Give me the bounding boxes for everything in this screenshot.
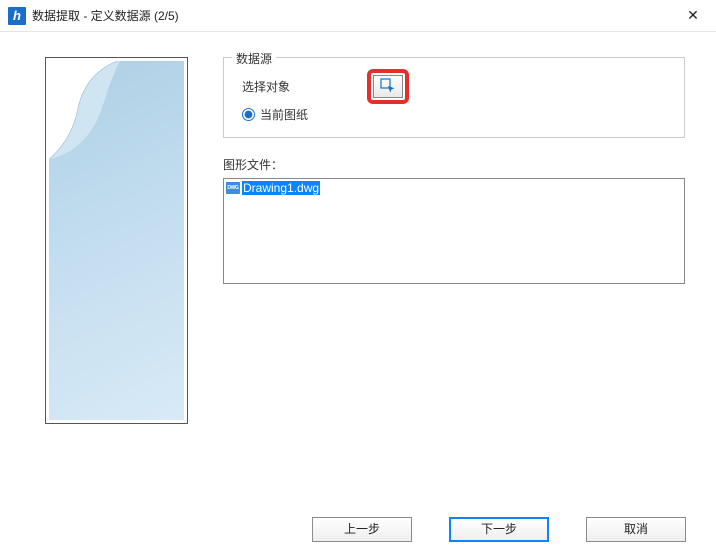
- data-source-group: 数据源 选择对象 当前图纸: [223, 57, 685, 138]
- select-objects-icon: [380, 78, 396, 94]
- select-objects-button[interactable]: [373, 75, 403, 98]
- select-objects-row: 选择对象: [242, 74, 672, 98]
- content-area: 数据源 选择对象 当前图纸 图形文件：: [0, 32, 716, 434]
- close-button[interactable]: ✕: [678, 1, 708, 31]
- drawing-files-label: 图形文件：: [223, 156, 685, 173]
- back-button[interactable]: 上一步: [312, 517, 412, 542]
- footer-buttons: 上一步 下一步 取消: [312, 517, 686, 542]
- page-curl-decoration: [49, 61, 120, 160]
- current-drawing-row[interactable]: 当前图纸: [242, 106, 672, 123]
- current-drawing-label[interactable]: 当前图纸: [260, 106, 308, 123]
- drawing-files-section: 图形文件： Drawing1.dwg: [223, 156, 685, 284]
- select-objects-label: 选择对象: [242, 78, 367, 95]
- current-drawing-radio[interactable]: [242, 108, 255, 121]
- group-title: 数据源: [232, 50, 276, 67]
- title-bar: h 数据提取 - 定义数据源 (2/5) ✕: [0, 0, 716, 32]
- preview-pane: [45, 57, 188, 424]
- window-title: 数据提取 - 定义数据源 (2/5): [32, 7, 678, 24]
- file-name: Drawing1.dwg: [242, 181, 320, 195]
- app-icon: h: [8, 7, 26, 25]
- right-panel: 数据源 选择对象 当前图纸 图形文件：: [223, 57, 685, 424]
- drawing-files-list[interactable]: Drawing1.dwg: [223, 178, 685, 284]
- select-objects-highlight: [367, 69, 409, 104]
- cancel-button[interactable]: 取消: [586, 517, 686, 542]
- dwg-file-icon: [226, 182, 240, 194]
- next-button[interactable]: 下一步: [449, 517, 549, 542]
- preview-paper: [49, 61, 184, 420]
- list-item[interactable]: Drawing1.dwg: [224, 179, 684, 196]
